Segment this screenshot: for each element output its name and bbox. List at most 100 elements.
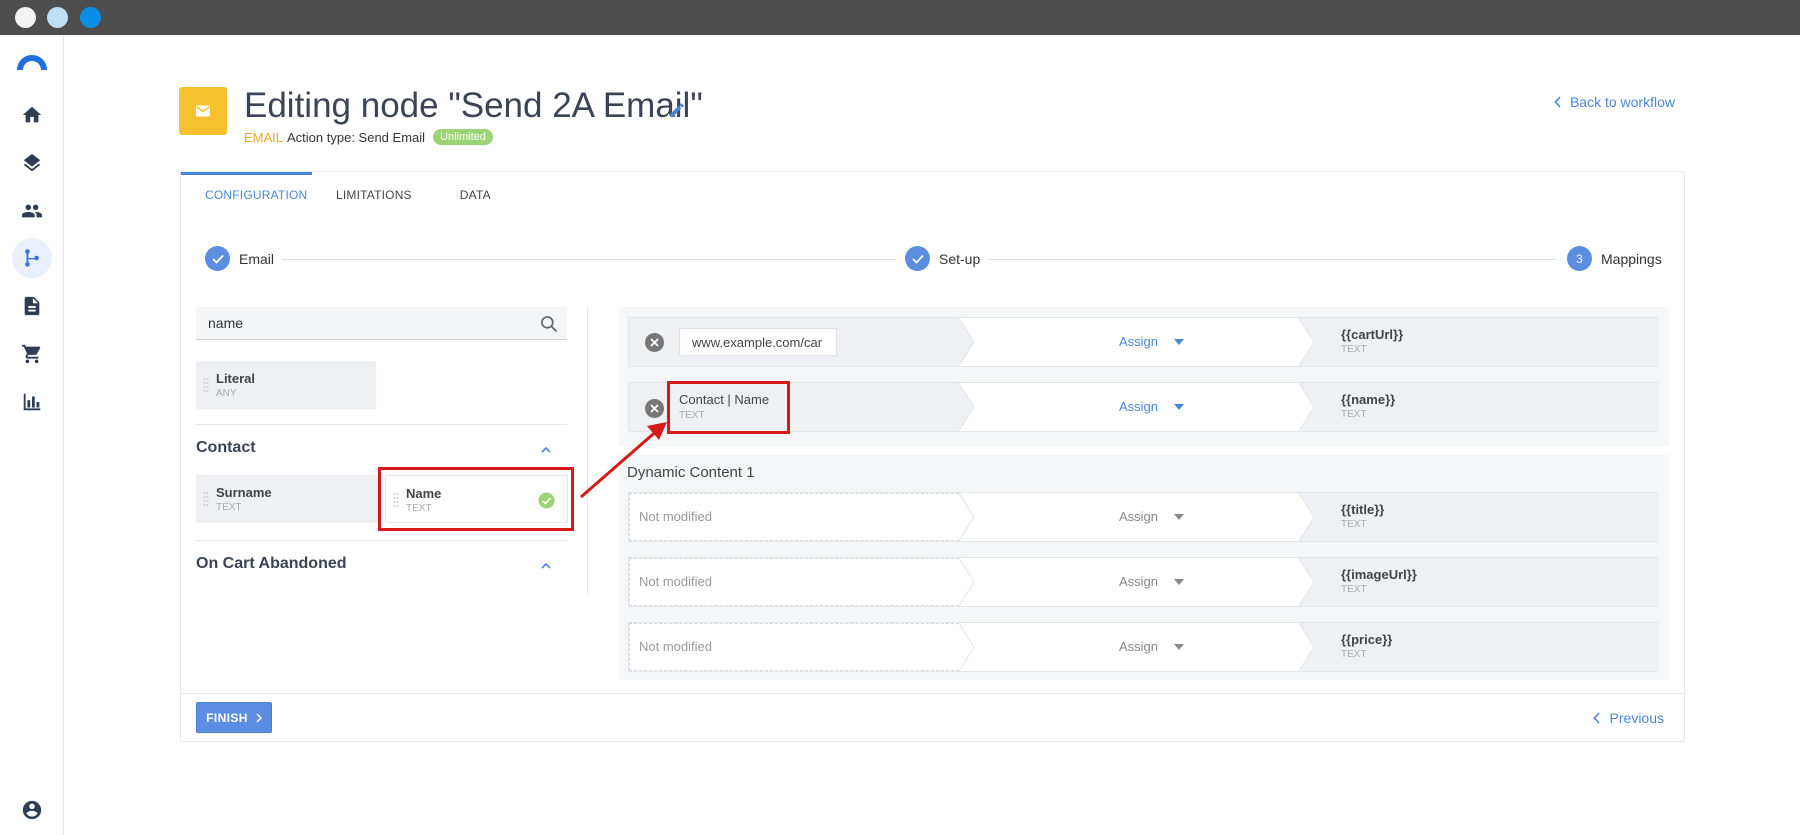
tab-limitations[interactable]: LIMITATIONS	[312, 172, 436, 214]
finish-button[interactable]: FINISH	[196, 702, 272, 733]
sidebar-nav	[0, 35, 64, 835]
step-label: Set-up	[939, 250, 981, 267]
page-title: Editing node "Send 2A Email"	[244, 86, 703, 125]
search-icon[interactable]	[539, 314, 559, 334]
target-type: TEXT	[1341, 409, 1367, 420]
step-mappings[interactable]: 3 Mappings	[1559, 246, 1670, 271]
mapping-row: Not modified Assign {{title}} TEXT	[628, 492, 1658, 542]
field-name: Surname	[216, 485, 272, 500]
mapping-target: {{name}} TEXT	[1319, 383, 1658, 431]
target-type: TEXT	[1341, 344, 1367, 355]
window-titlebar	[0, 0, 1800, 35]
node-subtitle: EMAIL Action type: Send Email Unlimited	[244, 129, 493, 145]
assign-dropdown[interactable]: Assign	[1119, 574, 1185, 589]
window-minimize-button[interactable]	[47, 7, 68, 28]
sidebar-item-reports[interactable]	[12, 382, 52, 422]
step-label: Email	[239, 250, 275, 267]
literal-value-input[interactable]: www.example.com/car	[679, 328, 837, 356]
cart-icon	[21, 344, 41, 364]
divider	[196, 540, 567, 541]
drag-handle-icon[interactable]	[203, 377, 209, 393]
section-contact-title[interactable]: Contact	[196, 439, 256, 457]
assign-label: Assign	[1119, 509, 1159, 524]
previous-link[interactable]: Previous	[1592, 710, 1664, 726]
source-placeholder: Not modified	[639, 574, 712, 589]
assign-cell: Assign	[979, 558, 1299, 606]
row-arrow	[959, 558, 975, 606]
mail-icon	[196, 105, 210, 117]
mapping-target: {{title}} TEXT	[1319, 493, 1658, 541]
assign-dropdown[interactable]: Assign	[1119, 334, 1185, 349]
tab-data[interactable]: DATA	[436, 172, 515, 214]
section-cart-title[interactable]: On Cart Abandoned	[196, 555, 347, 573]
assign-cell: Assign	[979, 318, 1299, 366]
sidebar-item-account[interactable]	[12, 790, 52, 830]
annotation-arrow	[580, 422, 667, 499]
divider	[196, 424, 567, 425]
document-icon	[24, 296, 40, 316]
mapping-source[interactable]: Not modified	[629, 493, 959, 541]
target-type: TEXT	[1341, 584, 1367, 595]
row-arrow	[1299, 318, 1319, 366]
chevron-left-icon	[1592, 712, 1600, 724]
mapping-source[interactable]: www.example.com/car	[629, 318, 959, 366]
email-node-icon	[179, 87, 227, 135]
mapping-source[interactable]: Not modified	[629, 558, 959, 606]
highlight-box-name-field	[378, 467, 574, 531]
chevron-up-icon[interactable]	[540, 560, 552, 572]
assign-cell: Assign	[979, 383, 1299, 431]
field-name: Literal	[216, 371, 256, 386]
workflow-icon	[25, 249, 39, 267]
row-arrow	[1299, 558, 1319, 606]
target-variable: {{title}}	[1341, 502, 1385, 517]
caret-down-icon	[1174, 578, 1185, 585]
action-type-label: Action type: Send Email	[287, 129, 426, 145]
mapping-row: www.example.com/car Assign {{cartUrl}} T…	[628, 317, 1658, 367]
pencil-icon[interactable]	[668, 101, 686, 119]
mapping-target: {{price}} TEXT	[1319, 623, 1658, 671]
field-type: ANY	[216, 388, 237, 399]
footer-divider	[181, 693, 1684, 694]
mapping-row: Not modified Assign {{price}} TEXT	[628, 622, 1658, 672]
sidebar-item-commerce[interactable]	[12, 334, 52, 374]
back-to-workflow-link[interactable]: Back to workflow	[1554, 94, 1675, 110]
mapping-target: {{imageUrl}} TEXT	[1319, 558, 1658, 606]
assign-cell: Assign	[979, 493, 1299, 541]
step-email[interactable]: Email	[205, 246, 283, 271]
drag-handle-icon[interactable]	[203, 491, 209, 507]
step-setup[interactable]: Set-up	[897, 246, 989, 271]
mapping-row: Not modified Assign {{imageUrl}} TEXT	[628, 557, 1658, 607]
field-search	[196, 307, 567, 340]
sidebar-item-home[interactable]	[12, 95, 52, 135]
app-logo-icon[interactable]	[17, 52, 47, 70]
tab-bar: CONFIGURATION LIMITATIONS DATA	[181, 172, 515, 214]
assign-dropdown[interactable]: Assign	[1119, 639, 1185, 654]
assign-dropdown[interactable]: Assign	[1119, 399, 1185, 414]
row-arrow	[1299, 493, 1319, 541]
assign-label: Assign	[1119, 639, 1159, 654]
sidebar-item-contacts[interactable]	[12, 191, 52, 231]
chevron-up-icon[interactable]	[540, 444, 552, 456]
tab-configuration[interactable]: CONFIGURATION	[181, 172, 312, 214]
remove-icon[interactable]	[645, 333, 664, 352]
field-type: TEXT	[216, 502, 242, 513]
window-maximize-button[interactable]	[80, 7, 101, 28]
source-placeholder: Not modified	[639, 639, 712, 654]
layers-icon	[23, 153, 41, 172]
caret-down-icon	[1174, 338, 1185, 345]
sidebar-item-layers[interactable]	[12, 143, 52, 183]
chevron-right-icon	[256, 712, 262, 723]
assign-label: Assign	[1119, 399, 1159, 414]
step-connector	[265, 259, 905, 260]
assign-dropdown[interactable]: Assign	[1119, 509, 1185, 524]
row-arrow	[1299, 623, 1319, 671]
field-chip-surname[interactable]: Surname TEXT	[196, 475, 379, 523]
field-chip-literal[interactable]: Literal ANY	[196, 361, 376, 409]
account-icon	[22, 800, 42, 820]
search-input[interactable]	[208, 315, 508, 331]
sidebar-item-documents[interactable]	[12, 286, 52, 326]
sidebar-item-workflows[interactable]	[12, 238, 52, 278]
window-close-button[interactable]	[15, 7, 36, 28]
target-type: TEXT	[1341, 519, 1367, 530]
mapping-source[interactable]: Not modified	[629, 623, 959, 671]
